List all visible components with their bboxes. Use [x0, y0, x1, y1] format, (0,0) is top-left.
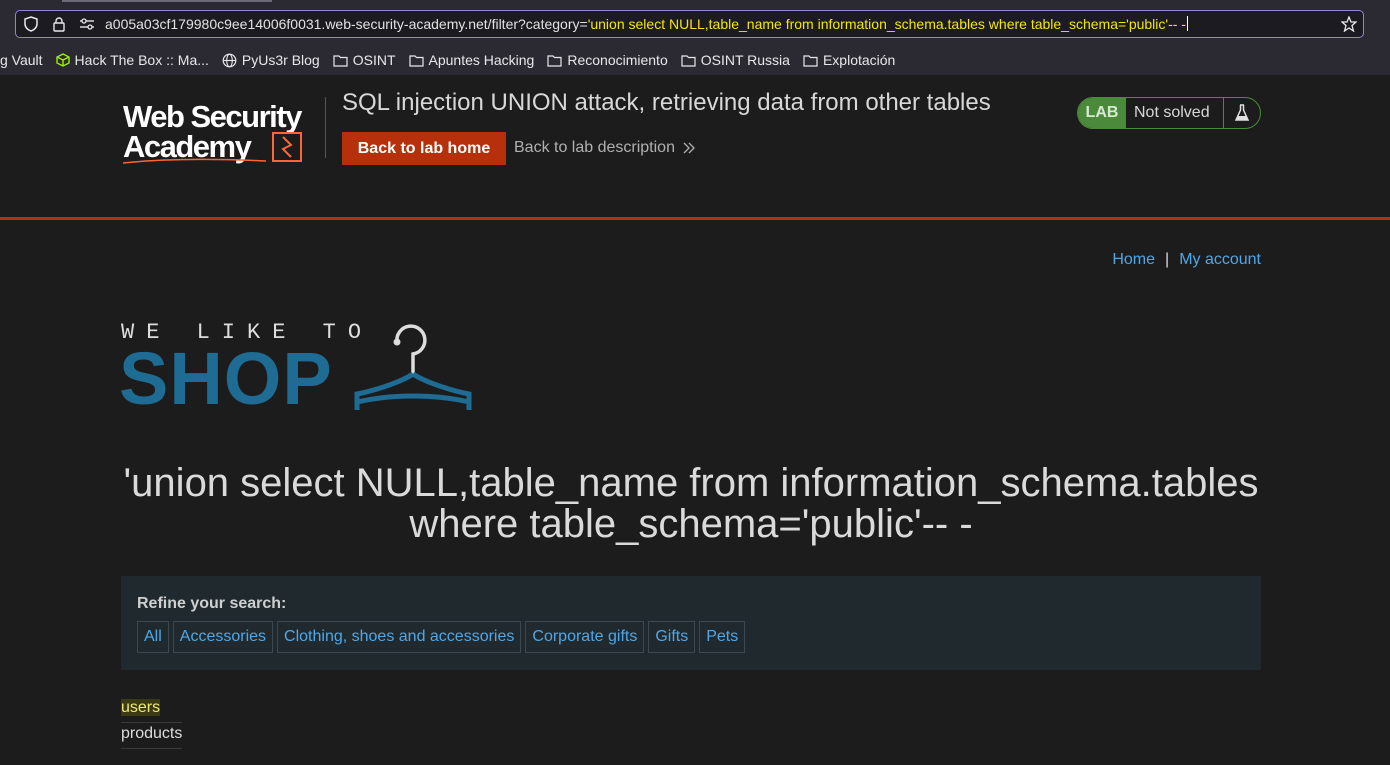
bookmark-folder-reconocimiento[interactable]: Reconocimiento — [547, 52, 668, 68]
category-heading: 'union select NULL,table_name from infor… — [123, 461, 1259, 546]
back-to-lab-home-button[interactable]: Back to lab home — [342, 132, 506, 165]
list-item: users — [121, 697, 182, 723]
filter-pets[interactable]: Pets — [699, 621, 746, 653]
bookmark-folder-apuntes[interactable]: Apuntes Hacking — [408, 52, 535, 68]
results-list: users products — [121, 697, 182, 749]
folder-icon — [333, 54, 348, 67]
bookmark-folder-explotacion[interactable]: Explotación — [803, 52, 895, 68]
folder-icon — [803, 54, 818, 67]
lock-icon[interactable] — [50, 15, 68, 33]
bookmarks-toolbar: g Vault Hack The Box :: Ma... PyUs3r Blo… — [0, 50, 908, 70]
shop-logo-wordmark: SHOP — [119, 337, 333, 420]
logo-divider — [325, 97, 326, 158]
filter-corporate-gifts[interactable]: Corporate gifts — [525, 621, 645, 653]
filter-gifts[interactable]: Gifts — [648, 621, 696, 653]
home-link[interactable]: Home — [1112, 251, 1155, 268]
bookmark-label: Reconocimiento — [567, 52, 668, 68]
bookmark-label: Explotación — [822, 52, 896, 68]
web-security-academy-logo[interactable]: Web Security Academy — [121, 95, 321, 167]
address-bar[interactable]: a005a03cf179980c9ee14006f0031.web-securi… — [15, 10, 1364, 38]
back-to-lab-description-label: Back to lab description — [514, 139, 675, 156]
bookmark-label: PyUs3r Blog — [241, 52, 320, 68]
url-text[interactable]: a005a03cf179980c9ee14006f0031.web-securi… — [105, 16, 1188, 32]
bookmark-label: g Vault — [0, 52, 43, 68]
filter-accessories[interactable]: Accessories — [172, 621, 274, 653]
my-account-link[interactable]: My account — [1179, 251, 1261, 268]
folder-icon — [547, 54, 562, 67]
bookmark-label: OSINT — [352, 52, 396, 68]
back-to-lab-description-link[interactable]: Back to lab description — [514, 139, 695, 157]
we-like-to-shop-logo: WE LIKE TO SHOP — [119, 320, 473, 416]
bookmark-folder-osint-russia[interactable]: OSINT Russia — [681, 52, 790, 68]
flask-icon — [1223, 98, 1260, 128]
url-query-highlight: 'union select NULL,table_name from infor… — [587, 16, 1186, 32]
folder-icon — [408, 54, 424, 67]
bookmark-folder-osint[interactable]: OSINT — [333, 52, 396, 68]
htb-cube-icon — [55, 53, 70, 67]
permissions-icon[interactable] — [78, 15, 96, 33]
browser-chrome: a005a03cf179980c9ee14006f0031.web-securi… — [0, 0, 1390, 75]
filter-clothing[interactable]: Clothing, shoes and accessories — [277, 621, 522, 653]
url-base: a005a03cf179980c9ee14006f0031.web-securi… — [105, 16, 588, 32]
top-nav: Home | My account — [1112, 251, 1261, 269]
lab-title: SQL injection UNION attack, retrieving d… — [342, 89, 991, 116]
bookmark-star-icon[interactable] — [1340, 15, 1358, 33]
lab-status-text: Not solved — [1134, 104, 1210, 121]
hanger-icon — [354, 324, 472, 410]
active-tab-indicator — [62, 0, 272, 2]
folder-icon — [681, 54, 696, 67]
lab-header: Web Security Academy SQL injection UNION… — [0, 75, 1390, 220]
globe-icon — [222, 53, 237, 67]
list-item: products — [121, 723, 182, 749]
bookmark-vault[interactable]: g Vault — [0, 52, 43, 68]
bookmark-label: OSINT Russia — [700, 52, 790, 68]
text-caret — [1186, 16, 1188, 31]
bookmark-pyus3r-blog[interactable]: PyUs3r Blog — [222, 52, 320, 68]
bookmark-hackthebox[interactable]: Hack The Box :: Ma... — [55, 52, 209, 68]
refine-search-panel: Refine your search: All Accessories Clot… — [121, 576, 1261, 670]
lab-status-widget: LAB Not solved — [1077, 97, 1261, 129]
list-item-text: products — [121, 725, 183, 742]
filter-list: All Accessories Clothing, shoes and acce… — [137, 621, 1245, 653]
nav-separator: | — [1165, 251, 1170, 268]
bookmark-label: Hack The Box :: Ma... — [74, 52, 209, 68]
double-chevron-right-icon — [683, 142, 695, 154]
bookmark-label: Apuntes Hacking — [428, 52, 535, 68]
refine-search-label: Refine your search: — [137, 595, 287, 612]
list-item-text: users — [121, 699, 161, 716]
shield-icon[interactable] — [22, 15, 40, 33]
filter-all[interactable]: All — [137, 621, 169, 653]
lab-badge: LAB — [1078, 98, 1126, 128]
